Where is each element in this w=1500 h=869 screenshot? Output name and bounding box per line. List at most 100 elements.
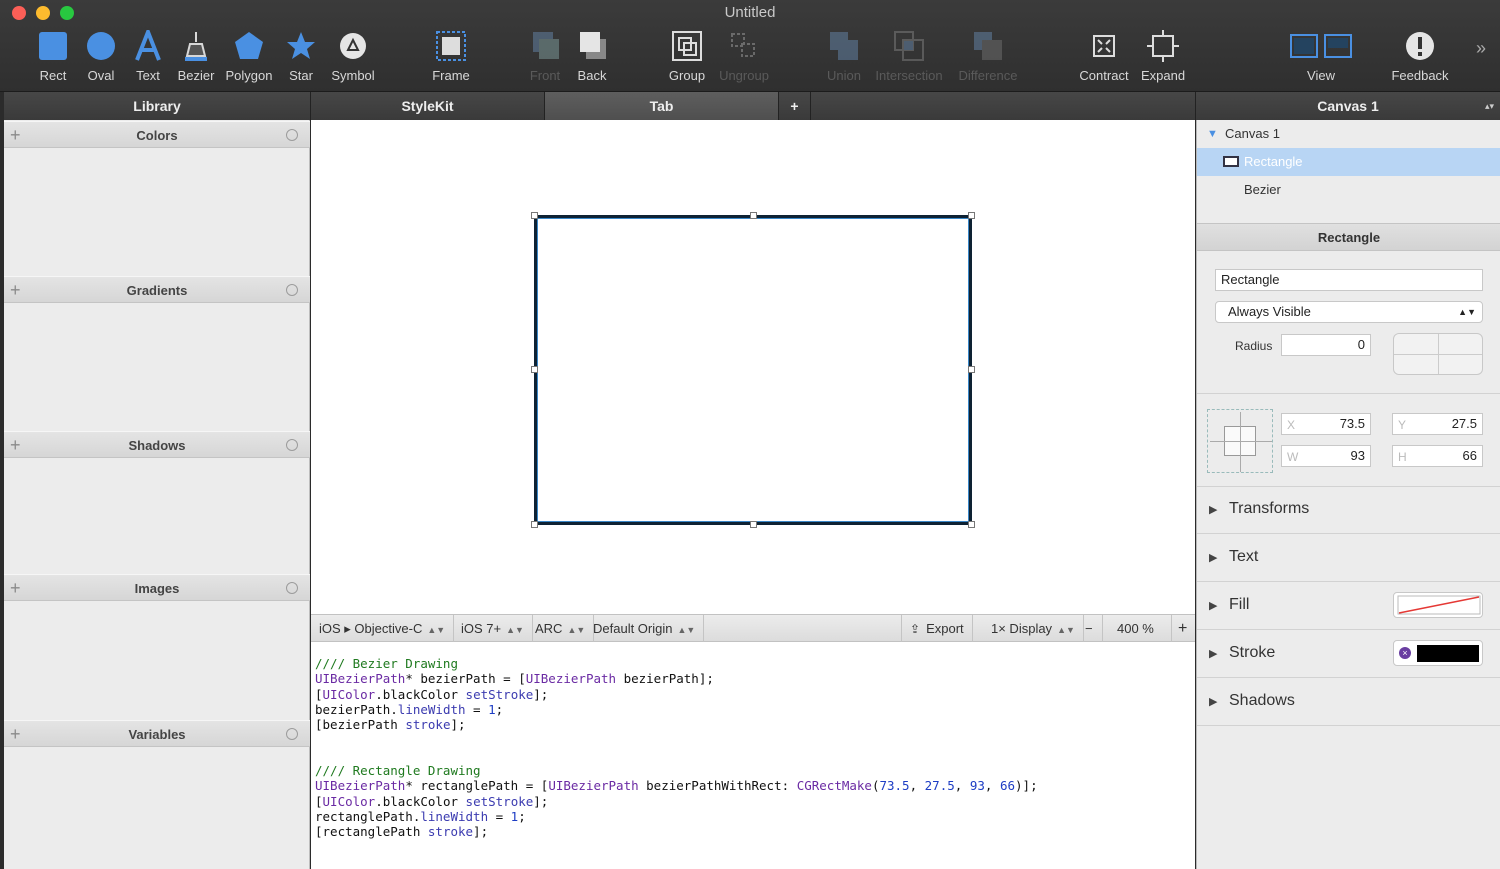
tab-tab[interactable]: Tab — [545, 92, 779, 120]
resize-handle-bottom-right[interactable] — [968, 521, 975, 528]
rectangle-shape[interactable] — [534, 215, 972, 525]
group-icon — [672, 31, 702, 61]
front-tool-button[interactable]: Front — [524, 28, 566, 88]
oval-tool-button[interactable]: Oval — [81, 28, 121, 88]
disclosure-down-icon[interactable]: ▼ — [1207, 120, 1218, 148]
star-tool-label: Star — [289, 68, 313, 83]
display-select[interactable]: 1× Display ▲▼ — [983, 615, 1084, 642]
stroke-color-well[interactable]: × — [1393, 640, 1483, 666]
rect-tool-button[interactable]: Rect — [33, 28, 73, 88]
code-line: [UIColor.blackColor setStroke]; — [315, 793, 549, 809]
symbol-tool-button[interactable]: Symbol — [326, 28, 380, 88]
visibility-select[interactable]: Always Visible ▲▼ — [1215, 301, 1483, 323]
w-value: 93 — [1350, 448, 1365, 463]
platform-select[interactable]: iOS ▸ Objective-C ▲▼ — [311, 615, 455, 642]
gradients-options-icon[interactable] — [286, 284, 298, 296]
union-tool-button[interactable]: Union — [824, 28, 864, 88]
radius-field[interactable]: 0 — [1281, 334, 1371, 356]
expand-icon — [1147, 30, 1179, 62]
resize-handle-bottom[interactable] — [750, 521, 757, 528]
resize-handle-top-right[interactable] — [968, 212, 975, 219]
group-tool-button[interactable]: Group — [664, 28, 710, 88]
resize-handle-left[interactable] — [531, 366, 538, 373]
variables-options-icon[interactable] — [286, 728, 298, 740]
zoom-in-button[interactable]: + — [1171, 615, 1193, 642]
section-label: Fill — [1229, 596, 1250, 613]
remove-stroke-icon[interactable]: × — [1399, 647, 1411, 659]
updown-icon: ▲▼ — [506, 625, 524, 635]
height-field[interactable]: H 66 — [1392, 445, 1483, 467]
tree-item-bezier[interactable]: Bezier — [1197, 176, 1500, 204]
library-section-colors[interactable]: + Colors — [4, 121, 310, 148]
inspector-panel: ▼ Canvas 1 Rectangle Bezier Rectangle Re… — [1196, 120, 1500, 869]
ios-version-select[interactable]: iOS 7+ ▲▼ — [453, 615, 533, 642]
difference-tool-button[interactable]: Difference — [954, 28, 1022, 88]
corner-radius-selector[interactable] — [1393, 333, 1483, 375]
bezier-tool-button[interactable]: Bezier — [174, 28, 218, 88]
section-transforms[interactable]: ▶ Transforms — [1197, 486, 1500, 534]
width-field[interactable]: W 93 — [1281, 445, 1371, 467]
contract-tool-button[interactable]: Contract — [1076, 28, 1132, 88]
export-button[interactable]: ⇪ Export — [901, 615, 973, 642]
w-label: W — [1287, 450, 1299, 464]
polygon-tool-button[interactable]: Polygon — [222, 28, 276, 88]
fill-color-well[interactable] — [1393, 592, 1483, 618]
feedback-tool-button[interactable]: Feedback — [1386, 28, 1454, 88]
view-tool-button[interactable]: View — [1288, 28, 1354, 88]
y-field[interactable]: Y 27.5 — [1392, 413, 1483, 435]
updown-icon: ▲▼ — [567, 625, 586, 635]
contract-icon — [1093, 35, 1115, 57]
resize-handle-right[interactable] — [968, 366, 975, 373]
disclosure-right-icon: ▶ — [1209, 648, 1218, 660]
drawing-canvas[interactable] — [311, 120, 1195, 614]
display-label: 1× Display — [991, 621, 1053, 636]
ungroup-tool-button[interactable]: Ungroup — [716, 28, 772, 88]
section-stroke[interactable]: ▶ Stroke × — [1197, 630, 1500, 678]
resize-handle-top[interactable] — [750, 212, 757, 219]
section-text[interactable]: ▶ Text — [1197, 534, 1500, 582]
section-shadows[interactable]: ▶ Shadows — [1197, 678, 1500, 726]
bring-front-icon — [533, 32, 559, 59]
updown-icon: ▲▼ — [1458, 307, 1476, 317]
x-label: X — [1287, 418, 1296, 432]
toolbar-overflow-button[interactable]: » — [1476, 38, 1486, 59]
intersection-icon — [894, 31, 924, 61]
code-view[interactable]: //// Bezier Drawing UIBezierPath* bezierP… — [311, 642, 1195, 869]
code-line: [rectanglePath stroke]; — [315, 824, 489, 840]
divider — [1197, 393, 1500, 394]
library-section-variables[interactable]: + Variables — [4, 720, 310, 747]
back-tool-button[interactable]: Back — [572, 28, 612, 88]
images-options-icon[interactable] — [286, 582, 298, 594]
anchor-vline — [1240, 412, 1241, 472]
library-section-shadows[interactable]: + Shadows — [4, 431, 310, 458]
shape-name-field[interactable]: Rectangle — [1215, 269, 1483, 291]
toolbar: Untitled Rect Oval Text Bezier Polygon S… — [0, 0, 1500, 92]
canvas-select[interactable]: Canvas 1 ▴▾ — [1196, 92, 1500, 120]
intersection-tool-button[interactable]: Intersection — [872, 28, 946, 88]
tree-item-canvas[interactable]: ▼ Canvas 1 — [1197, 120, 1500, 148]
library-section-label: Gradients — [126, 283, 188, 298]
frame-tool-button[interactable]: Frame — [428, 28, 474, 88]
library-section-gradients[interactable]: + Gradients — [4, 276, 310, 303]
inspector-title: Rectangle — [1197, 223, 1500, 251]
export-label: Export — [926, 621, 964, 636]
expand-tool-button[interactable]: Expand — [1138, 28, 1188, 88]
tree-item-label: Bezier — [1244, 182, 1281, 197]
add-tab-button[interactable]: + — [779, 92, 811, 120]
library-section-images[interactable]: + Images — [4, 574, 310, 601]
text-tool-button[interactable]: Text — [128, 28, 168, 88]
colors-options-icon[interactable] — [286, 129, 298, 141]
tree-item-rectangle[interactable]: Rectangle — [1197, 148, 1500, 176]
origin-anchor-widget[interactable] — [1207, 409, 1273, 473]
shadows-options-icon[interactable] — [286, 439, 298, 451]
resize-handle-bottom-left[interactable] — [531, 521, 538, 528]
tab-stylekit[interactable]: StyleKit — [311, 92, 545, 120]
section-fill[interactable]: ▶ Fill — [1197, 582, 1500, 630]
star-tool-button[interactable]: Star — [283, 28, 319, 88]
text-icon — [135, 30, 161, 61]
front-tool-label: Front — [529, 68, 561, 83]
resize-handle-top-left[interactable] — [531, 212, 538, 219]
x-field[interactable]: X 73.5 — [1281, 413, 1371, 435]
zoom-out-button[interactable]: − — [1079, 615, 1103, 642]
origin-select[interactable]: Default Origin ▲▼ — [585, 615, 705, 642]
